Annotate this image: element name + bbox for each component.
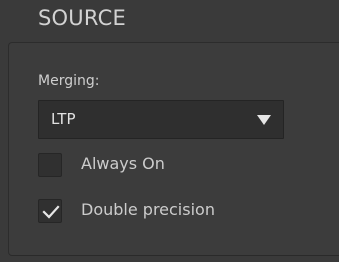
check-icon — [42, 205, 60, 219]
always-on-label: Always On — [81, 154, 165, 173]
triangle-down-icon[interactable] — [245, 101, 283, 138]
double-precision-label: Double precision — [81, 200, 215, 219]
merging-dropdown[interactable]: LTP — [38, 100, 284, 139]
double-precision-checkbox[interactable] — [38, 199, 62, 223]
section-title: SOURCE — [38, 6, 126, 30]
merging-selected-value: LTP — [51, 110, 76, 128]
merging-label: Merging: — [38, 73, 100, 89]
always-on-checkbox[interactable] — [38, 153, 62, 177]
